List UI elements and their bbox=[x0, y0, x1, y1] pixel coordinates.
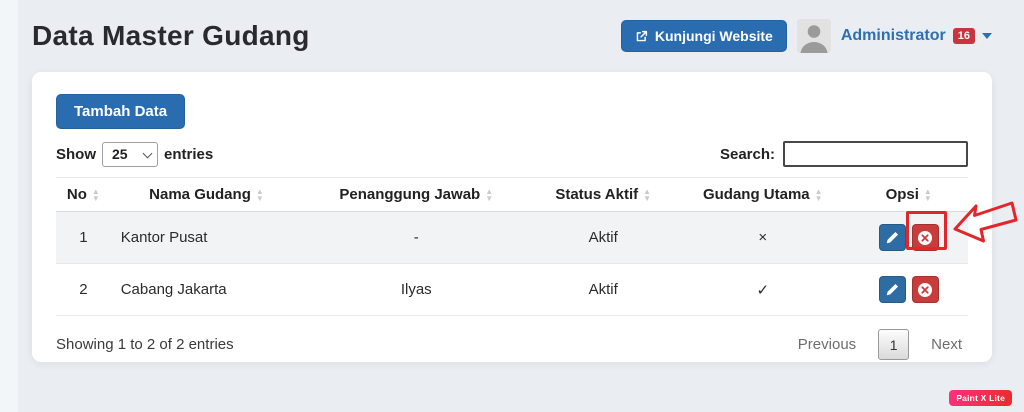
edit-button[interactable] bbox=[878, 276, 906, 303]
pencil-icon bbox=[886, 231, 898, 244]
entries-info: Showing 1 to 2 of 2 entries bbox=[56, 336, 234, 353]
sort-icon: ▲ ▼ bbox=[91, 186, 100, 203]
cell-nama-gudang: Cabang Jakarta bbox=[110, 263, 303, 316]
cell-nama-gudang: Kantor Pusat bbox=[110, 211, 303, 264]
sort-icon: ▲ ▼ bbox=[485, 186, 494, 203]
watermark-badge: Paint X Lite bbox=[949, 390, 1012, 406]
table-row: 1 Kantor Pusat - Aktif × bbox=[56, 211, 968, 264]
cell-status-aktif: Aktif bbox=[530, 211, 677, 264]
page-number-button[interactable]: 1 bbox=[878, 329, 910, 360]
sort-icon: ▲ ▼ bbox=[643, 186, 652, 203]
notification-badge: 16 bbox=[952, 28, 975, 44]
column-header-status-aktif[interactable]: Status Aktif ▲ ▼ bbox=[530, 177, 677, 212]
visit-website-label: Kunjungi Website bbox=[654, 28, 773, 44]
cell-no: 2 bbox=[56, 263, 111, 316]
search-control: Search: bbox=[720, 141, 968, 167]
gudang-table: No ▲ ▼ Nama Gudang ▲ ▼ Penanggung Jawab ▲ ▼… bbox=[56, 177, 968, 316]
table-controls: Show 25 entries Search: bbox=[56, 141, 968, 167]
pagination: Previous 1 Next bbox=[792, 329, 968, 360]
show-label: Show bbox=[56, 145, 96, 163]
delete-button[interactable] bbox=[911, 276, 939, 303]
edit-button[interactable] bbox=[878, 224, 906, 251]
column-header-nama-gudang[interactable]: Nama Gudang ▲ ▼ bbox=[110, 177, 303, 212]
column-header-opsi[interactable]: Opsi ▲ ▼ bbox=[849, 177, 968, 212]
header-actions: Kunjungi Website Administrator 16 bbox=[620, 19, 992, 53]
search-label: Search: bbox=[719, 145, 775, 163]
pencil-icon bbox=[886, 283, 898, 296]
page-header: Data Master Gudang Kunjungi Website Admi… bbox=[0, 0, 1024, 58]
cell-gudang-utama: × bbox=[676, 211, 850, 264]
column-header-gudang-utama[interactable]: Gudang Utama ▲ ▼ bbox=[676, 177, 850, 212]
previous-page-button[interactable]: Previous bbox=[792, 335, 862, 354]
cell-penanggung-jawab: Ilyas bbox=[302, 263, 531, 316]
page-length-select[interactable]: 25 bbox=[102, 141, 158, 167]
avatar[interactable] bbox=[796, 19, 831, 53]
delete-button[interactable] bbox=[911, 224, 939, 251]
page-length-select-wrap: 25 bbox=[102, 141, 158, 167]
table-footer: Showing 1 to 2 of 2 entries Previous 1 N… bbox=[56, 329, 968, 360]
person-silhouette-icon bbox=[796, 19, 831, 53]
cell-status-aktif: Aktif bbox=[530, 263, 677, 316]
user-menu[interactable]: Administrator 16 bbox=[841, 27, 992, 45]
page-title: Data Master Gudang bbox=[32, 20, 310, 51]
search-input[interactable] bbox=[783, 141, 968, 167]
sort-icon: ▲ ▼ bbox=[255, 186, 264, 203]
sort-icon: ▲ ▼ bbox=[923, 186, 932, 203]
next-page-button[interactable]: Next bbox=[925, 335, 968, 354]
external-link-icon bbox=[635, 30, 648, 43]
cell-gudang-utama: ✓ bbox=[676, 263, 850, 316]
page-length-control: Show 25 entries bbox=[56, 141, 214, 167]
column-header-no[interactable]: No ▲ ▼ bbox=[56, 177, 111, 212]
entries-label: entries bbox=[164, 145, 214, 163]
table-header-row: No ▲ ▼ Nama Gudang ▲ ▼ Penanggung Jawab ▲ ▼… bbox=[56, 177, 968, 212]
table-row: 2 Cabang Jakarta Ilyas Aktif ✓ bbox=[56, 263, 968, 316]
column-header-penanggung-jawab[interactable]: Penanggung Jawab ▲ ▼ bbox=[302, 177, 531, 212]
cell-no: 1 bbox=[56, 211, 111, 264]
cell-penanggung-jawab: - bbox=[302, 211, 531, 264]
page-left-gutter bbox=[0, 0, 18, 412]
visit-website-button[interactable]: Kunjungi Website bbox=[620, 20, 787, 52]
content-card: Tambah Data Show 25 entries Search: No ▲… bbox=[32, 72, 992, 362]
circle-x-icon bbox=[918, 282, 933, 297]
sort-icon: ▲ ▼ bbox=[814, 186, 823, 203]
chevron-down-icon bbox=[982, 33, 992, 39]
circle-x-icon bbox=[918, 230, 933, 245]
add-data-button[interactable]: Tambah Data bbox=[56, 94, 186, 129]
user-name: Administrator bbox=[840, 27, 946, 44]
